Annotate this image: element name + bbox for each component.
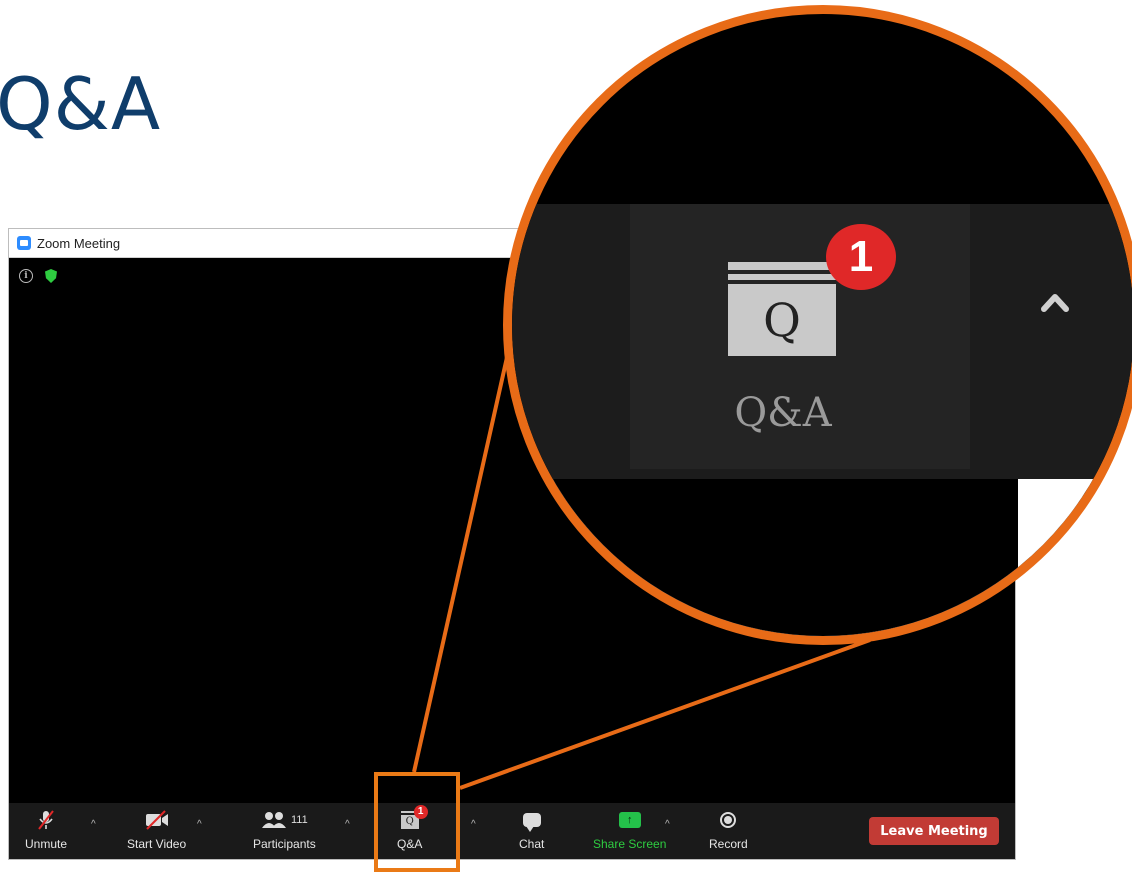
share-screen-button[interactable]: ↑ Share Screen (593, 809, 666, 851)
video-off-icon (143, 809, 171, 831)
record-icon (720, 812, 737, 828)
zoom-magnifier-callout: Q 1 Q&A (503, 5, 1132, 645)
participants-icon (261, 812, 286, 828)
participants-count: 111 (290, 814, 308, 826)
share-screen-arrow-icon: ↑ (618, 812, 641, 828)
window-title: Zoom Meeting (37, 235, 121, 251)
qa-options-chevron-up-icon[interactable]: ^ (471, 819, 476, 830)
unmute-button[interactable]: Unmute (25, 809, 67, 851)
chat-icon-wrap (522, 809, 541, 832)
share-icon-wrap: ↑ (618, 809, 641, 831)
chat-label: Chat (519, 837, 545, 851)
participants-options-chevron-up-icon[interactable]: ^ (345, 819, 350, 830)
video-options-chevron-up-icon[interactable]: ^ (197, 819, 202, 830)
record-label: Record (709, 837, 748, 851)
unmute-label: Unmute (25, 837, 68, 851)
share-options-chevron-up-icon[interactable]: ^ (665, 819, 670, 830)
participants-label: Participants (253, 837, 316, 851)
magnified-qa-label: Q&A (734, 390, 832, 436)
magnified-qa-button: Q 1 Q&A (630, 204, 970, 469)
zoom-app-icon (17, 236, 31, 250)
chat-icon (522, 813, 541, 832)
muted-microphone-icon (35, 809, 57, 831)
share-screen-label: Share Screen (593, 837, 667, 851)
magnified-qa-icon: Q (728, 262, 836, 356)
magnified-qa-badge: 1 (826, 224, 896, 290)
magnified-video-area (512, 479, 1018, 636)
start-video-label: Start Video (127, 837, 187, 851)
slide-title: Q&A (0, 62, 162, 146)
chat-button[interactable]: Chat (519, 809, 544, 851)
participants-button[interactable]: 111 Participants (253, 809, 316, 851)
magnified-chevron-up-icon (1041, 294, 1069, 312)
participants-icon-group: 111 (261, 809, 308, 831)
audio-options-chevron-up-icon[interactable]: ^ (91, 819, 96, 830)
meeting-toolbar: Unmute ^ Start Video ^ 111 Participants … (9, 803, 1015, 859)
info-icon[interactable]: i (19, 269, 33, 283)
meeting-status-icons: i (19, 269, 57, 283)
leave-meeting-button[interactable]: Leave Meeting (869, 817, 999, 845)
record-icon-wrap (720, 809, 737, 831)
qa-highlight-box (374, 772, 460, 872)
start-video-button[interactable]: Start Video (127, 809, 186, 851)
magnified-toolbar: Q 1 Q&A (512, 204, 1132, 479)
record-button[interactable]: Record (709, 809, 748, 851)
security-shield-icon[interactable] (45, 269, 57, 283)
